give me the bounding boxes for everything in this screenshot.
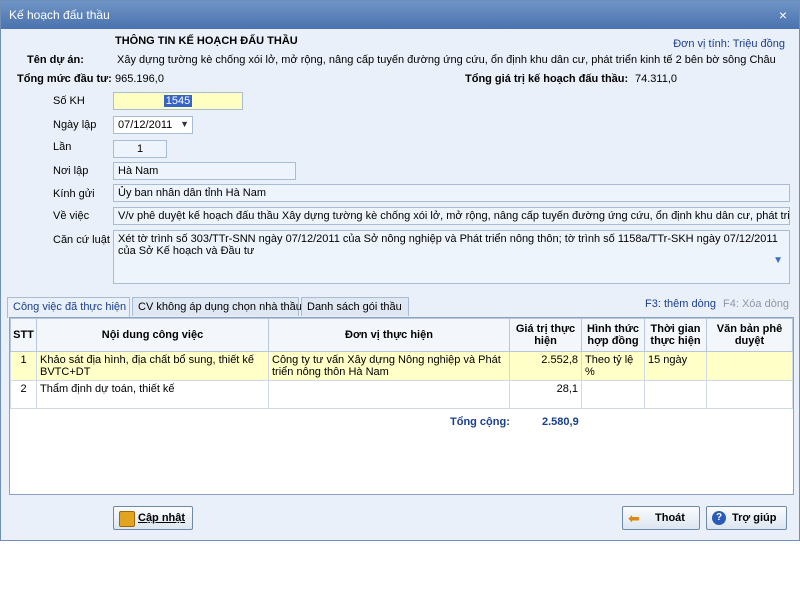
exit-button[interactable]: ⬅ Thoát	[622, 506, 700, 530]
kinh-gui-value: Ủy ban nhân dân tỉnh Hà Nam	[118, 187, 266, 199]
col-noi-dung[interactable]: Nội dung công việc	[36, 318, 269, 352]
update-button[interactable]: Cập nhật	[113, 506, 193, 530]
ngay-lap-date-picker[interactable]: 07/12/2011 ▼	[113, 116, 193, 134]
cell-stt[interactable]: 1	[10, 351, 37, 381]
noi-lap-value: Hà Nam	[118, 165, 159, 177]
work-table: STT Nội dung công việc Đơn vị thực hiện …	[9, 317, 794, 495]
col-van-ban[interactable]: Văn bản phê duyệt	[706, 318, 793, 352]
cell-thoi-gian[interactable]: 15 ngày	[644, 351, 707, 381]
window-title: Kế hoạch đấu thầu	[9, 8, 110, 22]
help-button[interactable]: ? Trợ giúp	[706, 506, 787, 530]
lan-value: 1	[136, 143, 144, 155]
total-value: 2.580,9	[542, 416, 579, 428]
cell-thoi-gian[interactable]	[644, 380, 707, 409]
lan-label: Lần	[53, 141, 72, 153]
table-row[interactable]: 1 Khảo sát địa hình, địa chất bổ sung, t…	[10, 351, 793, 381]
arrow-left-icon: ⬅	[628, 510, 640, 526]
noi-lap-input[interactable]: Hà Nam	[113, 162, 296, 180]
project-name-label: Tên dự án:	[27, 54, 84, 66]
cell-hinh-thuc[interactable]	[581, 380, 645, 409]
title-bar[interactable]: Kế hoạch đấu thầu ×	[1, 1, 799, 29]
total-plan-label: Tổng giá trị kế hoạch đấu thầu:	[465, 73, 629, 85]
so-kh-label: Số KH	[53, 95, 85, 107]
col-thoi-gian[interactable]: Thời gian thực hiện	[644, 318, 707, 352]
ve-viec-input[interactable]: V/v phê duyệt kế hoạch đấu thầu Xây dựng…	[113, 207, 790, 225]
total-label: Tổng cộng:	[450, 416, 510, 428]
cell-van-ban[interactable]	[706, 380, 793, 409]
add-row-shortcut[interactable]: F3: thêm dòng	[645, 298, 716, 310]
kinh-gui-input[interactable]: Ủy ban nhân dân tỉnh Hà Nam	[113, 184, 790, 202]
cell-don-vi[interactable]	[268, 380, 510, 409]
col-stt[interactable]: STT	[10, 318, 37, 352]
col-hinh-thuc[interactable]: Hình thức hợp đồng	[581, 318, 645, 352]
can-cu-line-1: Xét tờ trình số 303/TTr-SNN ngày 07/12/2…	[118, 233, 778, 245]
ve-viec-label: Về việc	[53, 210, 90, 222]
tab-cong-viec-da-thuc-hien[interactable]: Công việc đã thực hiện	[7, 297, 130, 318]
noi-lap-label: Nơi lập	[53, 165, 89, 177]
col-gia-tri[interactable]: Giá trị thực hiện	[509, 318, 582, 352]
close-icon[interactable]: ×	[775, 7, 791, 23]
total-plan-value: 74.311,0	[635, 73, 678, 85]
kinh-gui-label: Kính gửi	[53, 188, 95, 200]
col-don-vi[interactable]: Đơn vị thực hiện	[268, 318, 510, 352]
ve-viec-value: V/v phê duyệt kế hoạch đấu thầu Xây dựng…	[118, 210, 790, 222]
delete-row-shortcut[interactable]: F4: Xóa dòng	[723, 298, 789, 310]
table-header-row: STT Nội dung công việc Đơn vị thực hiện …	[10, 318, 793, 352]
help-icon: ?	[712, 511, 726, 525]
so-kh-value: 1545	[163, 95, 193, 107]
ngay-lap-label: Ngày lập	[53, 119, 97, 131]
cell-hinh-thuc[interactable]: Theo tỷ lệ %	[581, 351, 645, 381]
cell-noi-dung[interactable]: Khảo sát địa hình, địa chất bổ sung, thi…	[36, 351, 269, 381]
unit-label: Đơn vị tính: Triệu đồng	[673, 38, 785, 50]
cell-stt[interactable]: 2	[10, 380, 37, 409]
can-cu-textarea[interactable]: Xét tờ trình số 303/TTr-SNN ngày 07/12/2…	[113, 230, 790, 284]
help-button-label: Trợ giúp	[732, 512, 777, 524]
update-button-label: Cập nhật	[138, 512, 186, 524]
cell-gia-tri[interactable]: 28,1	[509, 380, 582, 409]
tab-cv-khong-ap-dung[interactable]: CV không áp dụng chọn nhà thầu	[132, 297, 302, 316]
project-name: Xây dựng tường kè chống xói lở, mở rộng,…	[117, 54, 776, 66]
ngay-lap-value: 07/12/2011	[118, 119, 173, 131]
total-invest-label: Tổng mức đầu tư:	[17, 73, 112, 85]
cell-don-vi[interactable]: Công ty tư vấn Xây dựng Nông nghiệp và P…	[268, 351, 510, 381]
exit-button-label: Thoát	[655, 512, 685, 524]
cell-noi-dung[interactable]: Thẩm định dự toán, thiết kế	[36, 380, 269, 409]
cell-van-ban[interactable]	[706, 351, 793, 381]
lan-input[interactable]: 1	[113, 140, 167, 158]
dialog-window: Kế hoạch đấu thầu × THÔNG TIN KẾ HOẠCH Đ…	[0, 0, 800, 541]
expand-down-icon[interactable]: ▼	[773, 255, 783, 266]
chevron-down-icon[interactable]: ▼	[180, 119, 189, 129]
save-icon	[119, 511, 135, 527]
form-heading: THÔNG TIN KẾ HOẠCH ĐẤU THẦU	[115, 35, 298, 47]
table-row[interactable]: 2 Thẩm định dự toán, thiết kế 28,1	[10, 380, 793, 409]
total-invest-value: 965.196,0	[115, 73, 164, 85]
can-cu-label: Căn cứ luật	[53, 234, 110, 246]
tab-danh-sach-goi-thau[interactable]: Danh sách gói thầu	[301, 297, 409, 316]
can-cu-line-2: của Sở Kế hoạch và Đầu tư	[118, 245, 255, 257]
so-kh-input[interactable]: 1545	[113, 92, 243, 110]
cell-gia-tri[interactable]: 2.552,8	[509, 351, 582, 381]
